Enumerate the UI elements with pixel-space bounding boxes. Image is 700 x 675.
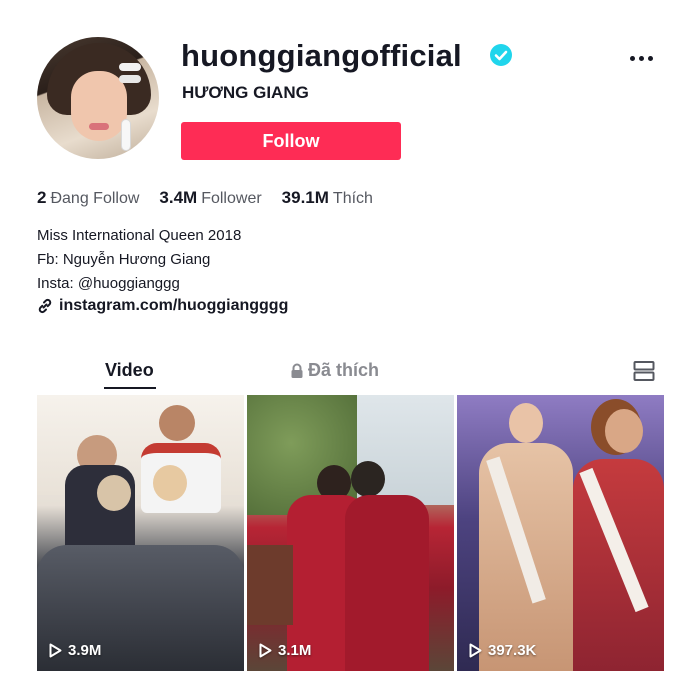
avatar-face <box>71 71 127 141</box>
avatar[interactable] <box>37 37 159 159</box>
bio-line: Miss International Queen 2018 <box>37 227 242 244</box>
profile-tabs: Video Đã thích <box>37 352 663 390</box>
video-views-count: 397.3K <box>488 642 537 659</box>
video-views: 397.3K <box>469 642 536 659</box>
bio-link-text: instagram.com/huoggiangggg <box>59 297 289 314</box>
stat-likes-value: 39.1M <box>281 188 329 207</box>
play-icon <box>259 643 272 658</box>
avatar-hair-clip <box>119 63 141 71</box>
stat-likes-label: Thích <box>332 190 373 207</box>
video-thumbnail[interactable]: 3.1M <box>247 395 454 671</box>
play-icon <box>469 643 482 658</box>
stat-likes: 39.1M Thích <box>282 188 373 208</box>
tab-liked[interactable]: Đã thích <box>290 360 379 381</box>
avatar-earring <box>121 119 131 151</box>
video-views: 3.1M <box>259 642 311 659</box>
video-thumbnail[interactable]: 3.9M <box>37 395 244 671</box>
stat-following[interactable]: 2 Đang Follow <box>37 188 139 208</box>
video-views: 3.9M <box>49 642 101 659</box>
video-views-count: 3.1M <box>278 642 312 659</box>
bio: Miss International Queen 2018 Fb: Nguyễn… <box>37 224 241 296</box>
thumbnail-bench <box>247 545 293 625</box>
stat-following-value: 2 <box>37 188 47 207</box>
thumbnail-person <box>159 405 195 441</box>
thumbnail-person <box>605 409 643 453</box>
video-thumbnail[interactable]: 397.3K <box>457 395 664 671</box>
stat-followers[interactable]: 3.4M Follower <box>159 188 261 208</box>
video-grid: 3.9M 3.1M 397.3K <box>37 395 664 671</box>
thumbnail-person <box>345 495 429 671</box>
bio-link[interactable]: instagram.com/huoggiangggg <box>37 297 288 315</box>
tab-liked-label: Đã thích <box>308 360 380 380</box>
thumbnail-dog <box>153 465 187 501</box>
stat-followers-label: Follower <box>201 190 262 207</box>
verified-badge-icon <box>490 44 512 66</box>
thumbnail-person <box>509 403 543 443</box>
bio-line: Insta: @huoggianggg <box>37 275 180 292</box>
bio-line: Fb: Nguyễn Hương Giang <box>37 251 211 268</box>
profile-stats: 2 Đang Follow 3.4M Follower 39.1M Thích <box>37 188 373 208</box>
stat-following-label: Đang Follow <box>50 190 140 207</box>
play-icon <box>49 643 62 658</box>
thumbnail-dog <box>97 475 131 511</box>
follow-button[interactable]: Follow <box>181 122 401 160</box>
thumbnail-person <box>351 461 385 497</box>
link-icon <box>38 298 52 314</box>
stat-followers-value: 3.4M <box>159 188 198 207</box>
tab-video[interactable]: Video <box>105 360 154 381</box>
video-views-count: 3.9M <box>68 642 102 659</box>
lock-icon <box>291 363 303 378</box>
tab-active-underline <box>104 387 156 389</box>
username: huonggiangofficial <box>181 38 462 73</box>
avatar-lips <box>89 123 109 130</box>
display-name: HƯƠNG GIANG <box>182 83 309 102</box>
grid-layout-icon[interactable] <box>633 360 655 382</box>
more-options-icon[interactable] <box>627 45 657 71</box>
